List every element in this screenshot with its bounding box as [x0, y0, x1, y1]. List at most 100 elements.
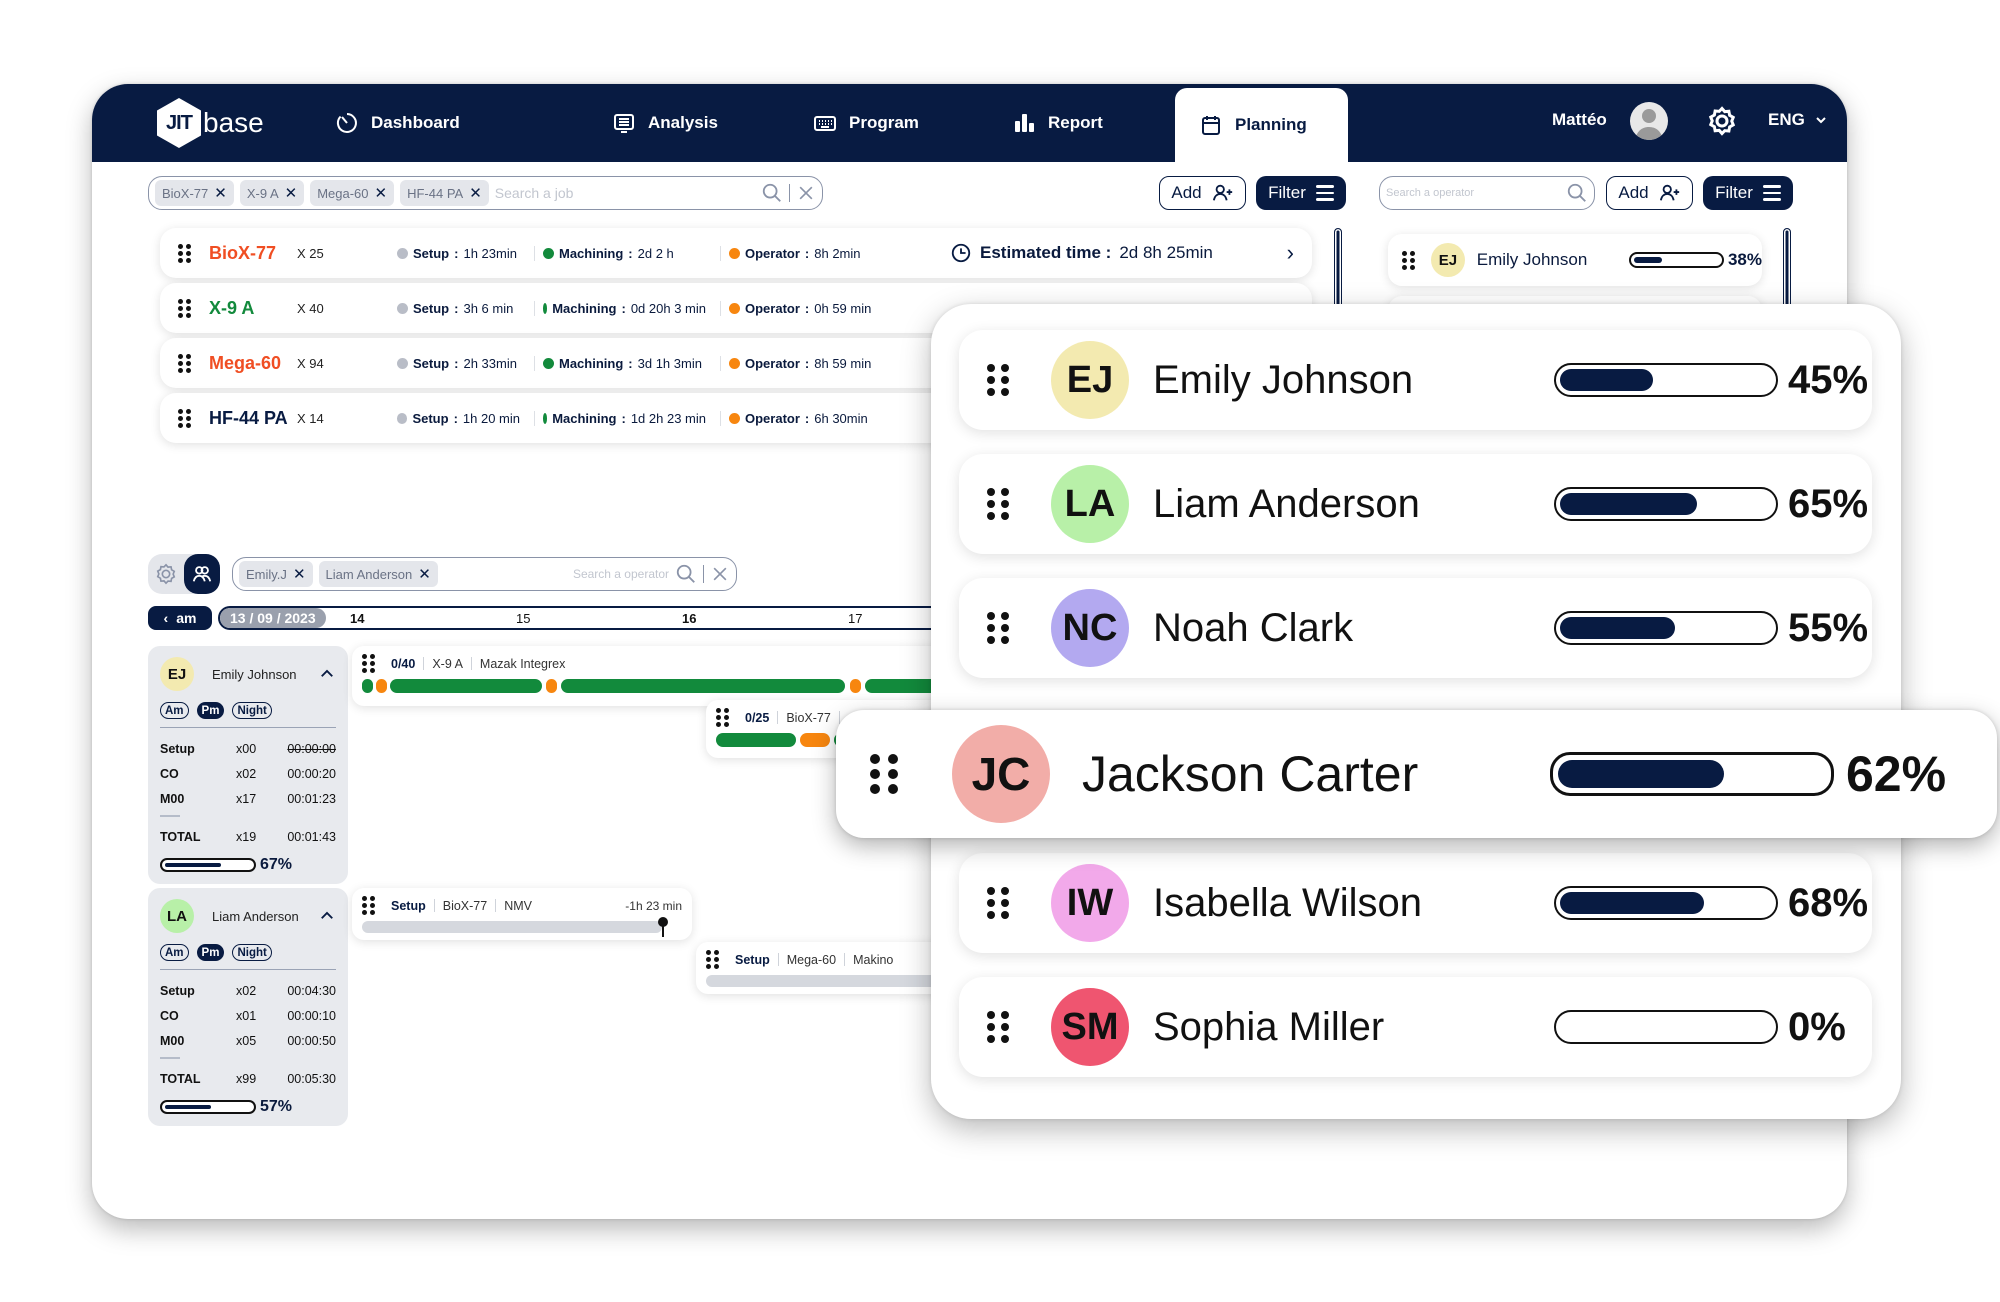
operator-row[interactable]: EJ Emily Johnson 38%: [1388, 234, 1762, 286]
clear-icon[interactable]: [796, 183, 816, 203]
add-job-button[interactable]: Add: [1159, 176, 1246, 210]
nav-report[interactable]: Report: [1012, 84, 1103, 162]
divider: [703, 565, 704, 583]
drag-handle-icon[interactable]: [987, 1011, 1009, 1043]
remove-chip-icon[interactable]: ✕: [418, 565, 431, 583]
progress-bar: [1554, 487, 1778, 521]
operator-summary-card[interactable]: EJ Emily Johnson Am Pm Night Setup x00 00:00:00…: [148, 646, 348, 884]
drag-handle-icon[interactable]: [178, 353, 191, 373]
job-row[interactable]: BioX-77 X 25 Setup:1h 23min Machining:2d 2 …: [160, 228, 1312, 278]
add-operator-button[interactable]: Add: [1606, 176, 1693, 210]
job-filter-chip[interactable]: X-9 A ✕: [239, 180, 305, 206]
estimated-time: Estimated time :2d 8h 25min: [950, 242, 1213, 264]
nav-program[interactable]: Program: [813, 84, 919, 162]
operator-view-toggle[interactable]: [184, 554, 220, 594]
gantt-task[interactable]: 0/40 X-9 A Mazak Integrex: [352, 646, 985, 706]
schedule-operator-search[interactable]: Emily.J ✕ Liam Anderson ✕ Search a operato…: [232, 557, 737, 591]
nav-planning[interactable]: Planning: [1175, 88, 1348, 162]
drag-handle-icon[interactable]: [987, 887, 1009, 919]
drag-handle-icon[interactable]: [870, 754, 898, 794]
drag-handle-icon[interactable]: [178, 243, 191, 263]
stat-row: Setup x00 00:00:00: [160, 741, 336, 756]
user-avatar[interactable]: [1630, 102, 1668, 140]
filter-operators-button[interactable]: Filter: [1703, 176, 1793, 210]
nav-analysis[interactable]: Analysis: [612, 84, 718, 162]
job-search-input[interactable]: Search a job: [495, 185, 755, 201]
job-filter-chip[interactable]: HF-44 PA ✕: [400, 180, 489, 206]
machining-stat: Machining:3d 1h 3min: [543, 355, 721, 371]
remove-chip-icon[interactable]: ✕: [375, 184, 388, 202]
operator-search-bar[interactable]: Search a operator: [1379, 176, 1595, 210]
drag-handle-icon[interactable]: [716, 708, 729, 727]
user-name[interactable]: Mattéo: [1552, 110, 1607, 130]
shift-toggle-am[interactable]: Am: [160, 702, 189, 719]
operator-segment: [850, 679, 861, 693]
chevron-left-icon: ‹: [163, 610, 169, 626]
search-icon[interactable]: [761, 182, 783, 204]
operator-name: Jackson Carter: [1082, 746, 1419, 802]
drag-handle-icon[interactable]: [987, 364, 1009, 396]
search-icon[interactable]: [1566, 182, 1588, 204]
operator-row[interactable]: LA Liam Anderson 65%: [959, 454, 1872, 554]
job-name: HF-44 PA: [209, 407, 288, 428]
chip-label: Liam Anderson: [325, 566, 413, 582]
chevron-up-icon[interactable]: [318, 665, 336, 683]
chevron-right-icon[interactable]: ›: [1287, 240, 1294, 266]
operator-summary-card[interactable]: LA Liam Anderson Am Pm Night Setup x02 00:04:30…: [148, 888, 348, 1126]
jitbase-logo[interactable]: JIT base: [157, 98, 264, 148]
shift-back-button[interactable]: ‹ am: [148, 606, 212, 630]
operator-row[interactable]: IW Isabella Wilson 68%: [959, 853, 1872, 953]
progress-percent: 65%: [1788, 481, 1869, 526]
drag-handle-icon[interactable]: [987, 612, 1009, 644]
status-dot: [543, 302, 548, 314]
drag-handle-icon[interactable]: [362, 654, 375, 673]
gear-icon[interactable]: [1707, 106, 1737, 136]
operator-search-input[interactable]: Search a operator: [444, 567, 669, 581]
job-filter-chip[interactable]: BioX-77 ✕: [155, 180, 234, 206]
remove-chip-icon[interactable]: ✕: [469, 184, 482, 202]
shift-toggle-night[interactable]: Night: [232, 702, 272, 719]
search-icon[interactable]: [675, 563, 697, 585]
shift-toggle-am[interactable]: Am: [160, 944, 189, 961]
drag-handle-icon[interactable]: [178, 408, 191, 428]
nav-dashboard[interactable]: Dashboard: [335, 84, 460, 162]
operator-row[interactable]: EJ Emily Johnson 45%: [959, 330, 1872, 430]
filter-jobs-button[interactable]: Filter: [1256, 176, 1346, 210]
machine-view-toggle[interactable]: [148, 554, 184, 594]
operator-row[interactable]: NC Noah Clark 55%: [959, 578, 1872, 678]
job-filter-chip[interactable]: Mega-60 ✕: [310, 180, 395, 206]
timeline-date-bar[interactable]: 13 / 09 / 2023 14 15 16 17: [218, 606, 1038, 630]
operator-search-input[interactable]: Search a operator: [1386, 187, 1560, 199]
remove-chip-icon[interactable]: ✕: [285, 184, 298, 202]
remove-chip-icon[interactable]: ✕: [214, 184, 227, 202]
total-table: TOTAL x99 00:05:30: [160, 1067, 336, 1092]
progress-fill: [1558, 760, 1725, 788]
shift-toggle-pm[interactable]: Pm: [196, 944, 225, 961]
shift-toggle-pm[interactable]: Pm: [196, 702, 225, 719]
clear-icon[interactable]: [710, 564, 730, 584]
progress-bar: [1554, 363, 1778, 397]
language-selector[interactable]: ENG: [1768, 110, 1827, 130]
machining-segment: [362, 679, 373, 693]
menu-icon: [1315, 185, 1334, 201]
task-job: BioX-77: [786, 710, 831, 725]
shift-toggle-night[interactable]: Night: [232, 944, 272, 961]
progress-percent: 62%: [1846, 746, 1947, 802]
gantt-task[interactable]: Setup BioX-77 NMV -1h 23 min: [352, 888, 692, 940]
operator-row[interactable]: SM Sophia Miller 0%: [959, 977, 1872, 1077]
operator-filter-chip[interactable]: Liam Anderson ✕: [318, 561, 438, 587]
drag-handle-icon[interactable]: [178, 298, 191, 318]
dragged-operator-card[interactable]: JC Jackson Carter 62%: [836, 710, 1997, 838]
task-kind: Setup: [735, 952, 770, 967]
job-quantity: X 14: [297, 410, 324, 426]
remove-chip-icon[interactable]: ✕: [293, 565, 306, 583]
job-search-bar[interactable]: BioX-77 ✕ X-9 A ✕ Mega-60 ✕ HF-44 PA ✕ Searc…: [148, 176, 823, 210]
status-dot: [729, 412, 740, 424]
operator-filter-chip[interactable]: Emily.J ✕: [239, 561, 313, 587]
drag-handle-icon[interactable]: [987, 488, 1009, 520]
drag-handle-icon[interactable]: [1402, 250, 1415, 270]
drag-handle-icon[interactable]: [706, 950, 719, 969]
chevron-up-icon[interactable]: [318, 907, 336, 925]
status-dot: [397, 412, 408, 424]
drag-handle-icon[interactable]: [362, 896, 375, 915]
